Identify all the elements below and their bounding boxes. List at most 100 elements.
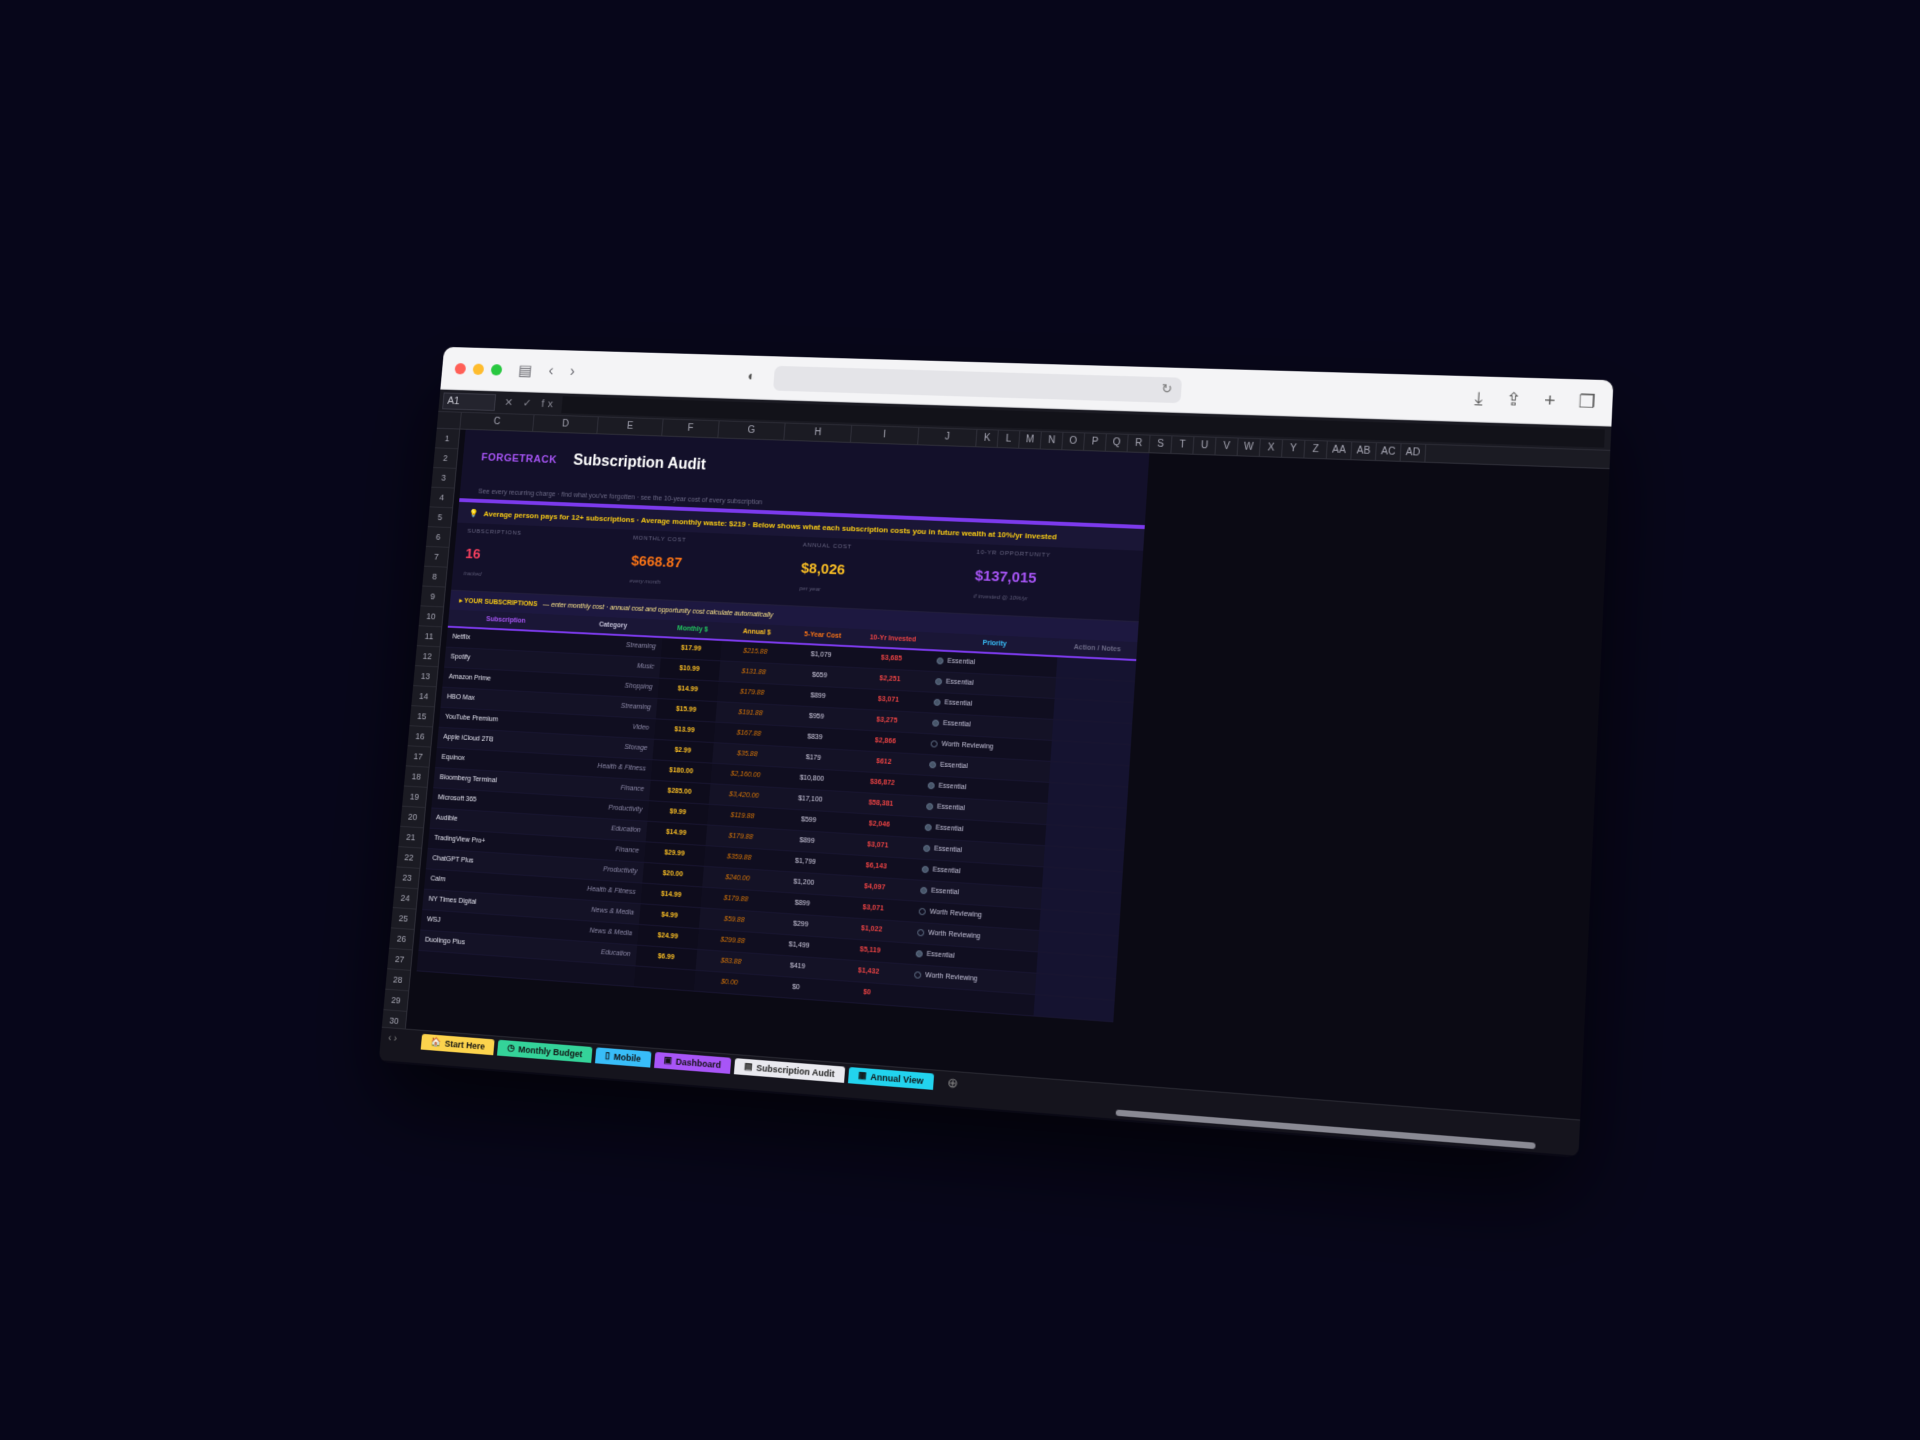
- tab-icon: ▯: [604, 1050, 611, 1061]
- priority-label: Essential: [932, 866, 961, 876]
- lightbulb-icon: 💡: [468, 508, 479, 518]
- ten-year-invested[interactable]: $0: [826, 979, 908, 1007]
- priority-dot-icon: [913, 971, 922, 979]
- row-header[interactable]: 2: [433, 448, 458, 469]
- sidebar-icon[interactable]: ▤: [518, 361, 533, 380]
- row-header[interactable]: 14: [411, 686, 436, 708]
- add-sheet-icon[interactable]: ⊕: [947, 1074, 959, 1091]
- row-header[interactable]: 28: [385, 969, 411, 992]
- column-header[interactable]: M: [1019, 431, 1042, 449]
- reload-icon[interactable]: ↻: [1161, 381, 1173, 397]
- row-header[interactable]: 4: [429, 487, 454, 509]
- column-header[interactable]: W: [1237, 438, 1261, 457]
- new-tab-icon[interactable]: +: [1544, 390, 1556, 411]
- sheet-nav-arrows[interactable]: ‹ ›: [388, 1033, 398, 1044]
- tab-label: Annual View: [870, 1071, 924, 1086]
- annual-cost[interactable]: $0.00: [693, 969, 766, 996]
- select-all-corner[interactable]: [436, 411, 462, 429]
- column-header[interactable]: L: [997, 430, 1021, 448]
- name-box[interactable]: A1: [442, 392, 497, 411]
- zoom-window-button[interactable]: [490, 363, 503, 376]
- priority-label: Essential: [944, 699, 973, 708]
- column-header[interactable]: V: [1215, 437, 1239, 456]
- priority-dot-icon: [916, 928, 925, 937]
- row-header[interactable]: 22: [396, 847, 422, 869]
- minimize-window-button[interactable]: [472, 363, 485, 375]
- row-header[interactable]: 24: [392, 887, 418, 910]
- column-header[interactable]: AD: [1400, 443, 1427, 462]
- row-header[interactable]: 26: [389, 928, 414, 951]
- priority-dot-icon: [930, 740, 938, 748]
- column-header[interactable]: K: [976, 429, 999, 448]
- column-header[interactable]: I: [850, 425, 920, 445]
- column-header[interactable]: AB: [1351, 442, 1377, 461]
- row-header[interactable]: 21: [398, 826, 424, 849]
- column-header[interactable]: AC: [1375, 443, 1402, 461]
- priority-dot-icon: [936, 657, 944, 665]
- column-header[interactable]: T: [1171, 436, 1195, 454]
- address-bar[interactable]: [772, 365, 1183, 404]
- close-window-button[interactable]: [454, 362, 467, 375]
- row-header[interactable]: 11: [416, 626, 442, 648]
- priority-label: Essential: [945, 678, 974, 688]
- share-icon[interactable]: ⇪: [1505, 389, 1522, 410]
- priority-label: Essential: [926, 950, 955, 961]
- priority-label: Worth Reviewing: [927, 929, 981, 941]
- column-header[interactable]: Y: [1282, 439, 1306, 458]
- column-header[interactable]: Q: [1105, 434, 1129, 452]
- column-header[interactable]: J: [918, 427, 978, 447]
- column-header[interactable]: R: [1127, 434, 1151, 453]
- column-header[interactable]: N: [1040, 431, 1064, 450]
- row-header[interactable]: 27: [387, 948, 413, 971]
- five-year-cost[interactable]: $0: [763, 974, 829, 1001]
- sheet-canvas: FORGETRACK Subscription Audit See every …: [405, 429, 1610, 1122]
- row-header[interactable]: 29: [383, 989, 409, 1012]
- monthly-cost-input[interactable]: [633, 965, 696, 991]
- column-header[interactable]: Z: [1304, 440, 1328, 459]
- row-header[interactable]: 10: [418, 606, 444, 628]
- row-header[interactable]: 12: [414, 646, 440, 668]
- privacy-shield-icon[interactable]: ◐: [747, 368, 756, 383]
- action-notes-cell[interactable]: [1033, 994, 1115, 1022]
- row-header[interactable]: 9: [420, 586, 445, 608]
- column-header[interactable]: F: [662, 419, 720, 438]
- tab-icon: ◷: [506, 1042, 516, 1053]
- formula-controls[interactable]: ✕ ✓ fx: [504, 396, 557, 410]
- kpi-card: ANNUAL COST $8,026 per year: [787, 536, 966, 613]
- row-header[interactable]: 19: [402, 786, 427, 809]
- row-header[interactable]: 5: [427, 507, 453, 529]
- column-header[interactable]: O: [1062, 432, 1086, 451]
- row-header[interactable]: 20: [400, 806, 425, 829]
- row-header[interactable]: 15: [409, 706, 435, 728]
- sheet-tab[interactable]: ▯ Mobile: [595, 1046, 652, 1068]
- priority-label: Essential: [930, 887, 960, 897]
- tab-overview-icon[interactable]: ❐: [1578, 391, 1596, 413]
- column-header[interactable]: E: [597, 417, 664, 436]
- priority-dot-icon: [924, 823, 932, 832]
- row-header[interactable]: 8: [422, 566, 447, 588]
- row-header[interactable]: 1: [434, 428, 460, 450]
- row-header[interactable]: 18: [403, 766, 429, 788]
- column-header[interactable]: X: [1259, 439, 1284, 457]
- row-header[interactable]: 25: [390, 907, 416, 930]
- row-header[interactable]: 13: [413, 666, 438, 688]
- download-icon[interactable]: ⤓: [1474, 388, 1483, 409]
- row-header[interactable]: 23: [394, 867, 420, 890]
- priority-label: Essential: [933, 845, 963, 855]
- back-icon[interactable]: ‹: [548, 363, 554, 380]
- row-header[interactable]: 3: [431, 467, 456, 489]
- column-header[interactable]: AA: [1326, 441, 1353, 460]
- row-header[interactable]: 17: [405, 746, 431, 768]
- forward-icon[interactable]: ›: [569, 363, 575, 380]
- column-header[interactable]: C: [460, 412, 535, 432]
- row-header[interactable]: 16: [407, 726, 433, 748]
- column-header[interactable]: H: [784, 423, 853, 443]
- column-header[interactable]: D: [533, 415, 599, 434]
- column-header[interactable]: U: [1193, 437, 1217, 455]
- row-header[interactable]: 7: [424, 546, 449, 568]
- column-header[interactable]: G: [718, 421, 786, 440]
- column-header[interactable]: S: [1149, 435, 1173, 454]
- priority-dot-icon: [931, 719, 940, 727]
- column-header[interactable]: P: [1084, 433, 1107, 451]
- row-header[interactable]: 6: [425, 527, 451, 548]
